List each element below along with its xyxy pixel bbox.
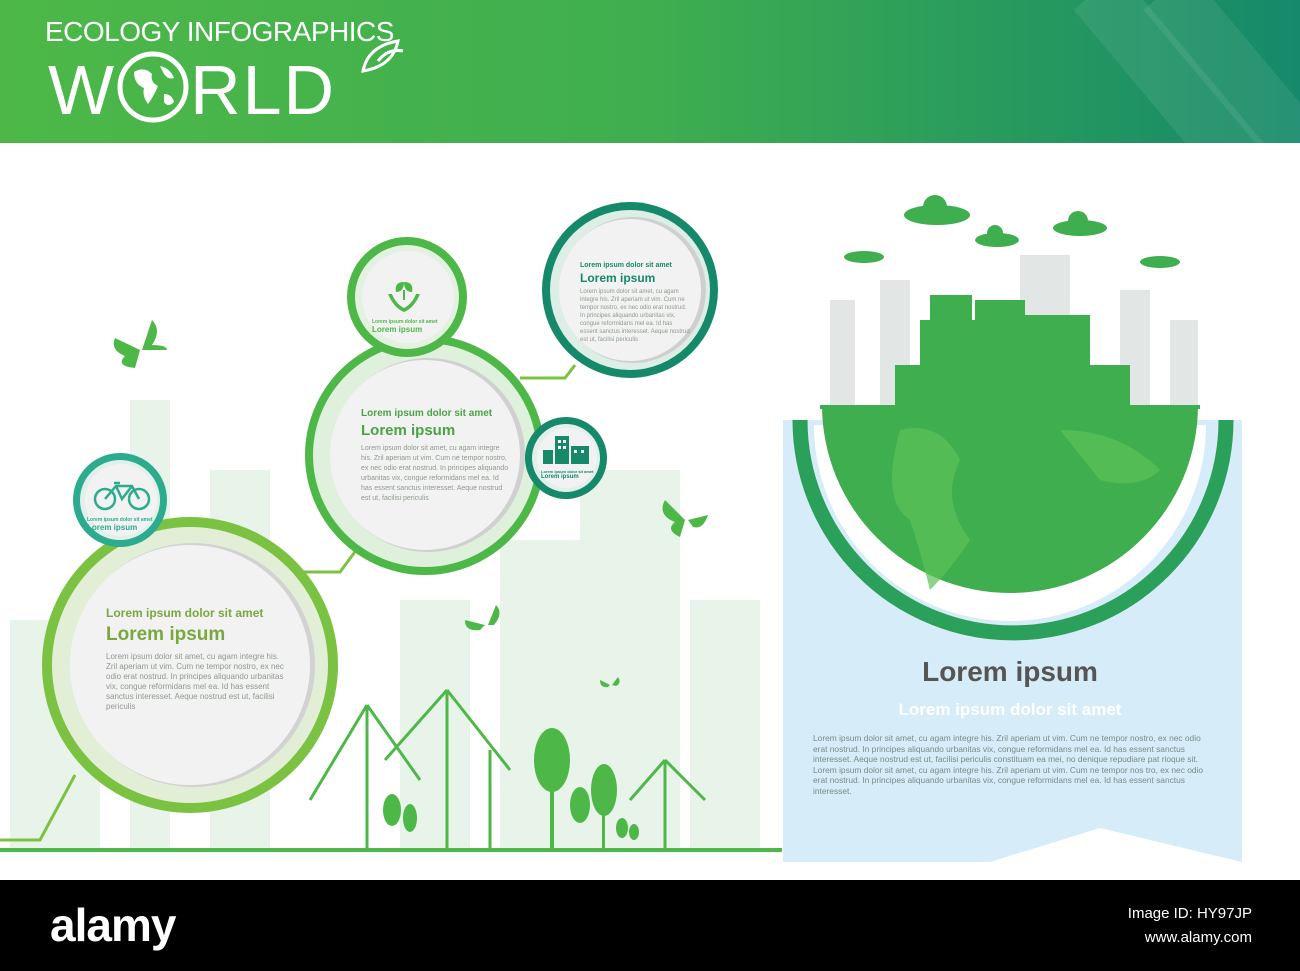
bicycle-icon <box>87 478 157 517</box>
image-id: Image ID: HY97JP <box>1127 905 1252 922</box>
header-subtitle: ECOLOGY INFOGRAPHICS <box>45 16 394 47</box>
panel-body: Lorem ipsum dolor sit amet, cu agam inte… <box>813 733 1204 796</box>
small-circle-plant: Lorem ipsum dolor sit amet Lorem ipsum <box>372 276 447 334</box>
small-circle-title: Lorem ipsum <box>87 523 138 532</box>
circle-3-text: Lorem ipsum dolor sit amet Lorem ipsum L… <box>580 262 690 344</box>
globe-icon <box>116 51 190 123</box>
small-circle-title: Lorem ipsum <box>372 325 423 334</box>
circle-2-body: Lorem ipsum dolor sit amet, cu agam inte… <box>361 445 509 502</box>
alamy-logo: alamy <box>50 899 176 951</box>
footer-bar: alamy Image ID: HY97JP www.alamy.com <box>0 880 1300 971</box>
green-city <box>895 295 1130 405</box>
footer-url: www.alamy.com <box>1144 929 1252 946</box>
circle-1-body: Lorem ipsum dolor sit amet, cu agam inte… <box>106 652 284 711</box>
header-title: W RLD <box>48 39 404 130</box>
circle-2-text: Lorem ipsum dolor sit amet Lorem ipsum L… <box>361 408 511 504</box>
circle-3-subtitle: Lorem ipsum dolor sit amet <box>580 262 672 269</box>
header-banner: ECOLOGY INFOGRAPHICS W RLD <box>0 0 1300 143</box>
plant-in-hands-icon <box>372 276 447 319</box>
circle-2-subtitle: Lorem ipsum dolor sit amet <box>361 408 493 419</box>
footer-info: Image ID: HY97JP www.alamy.com <box>1128 902 1252 950</box>
panel-subtitle: Lorem ipsum dolor sit amet <box>898 700 1122 719</box>
circle-1-title: Lorem ipsum <box>106 624 226 645</box>
circle-1-subtitle: Lorem ipsum dolor sit amet <box>106 606 264 620</box>
panel-title: Lorem ipsum <box>922 656 1098 687</box>
buildings-icon <box>541 436 596 469</box>
small-circle-buildings: Lorem ipsum dolor sit amet Lorem ipsum <box>541 436 596 480</box>
circle-1-text: Lorem ipsum dolor sit amet Lorem ipsum L… <box>106 606 286 712</box>
clouds <box>844 195 1180 268</box>
small-circle-title: Lorem ipsum <box>541 474 579 480</box>
circle-3-title: Lorem ipsum <box>580 271 656 285</box>
leaf-icon <box>361 39 404 73</box>
circle-3-body: Lorem ipsum dolor sit amet, cu agam inte… <box>580 289 690 343</box>
small-circle-bike: Lorem ipsum dolor sit amet Lorem ipsum <box>87 478 157 532</box>
circle-2-title: Lorem ipsum <box>361 422 456 439</box>
